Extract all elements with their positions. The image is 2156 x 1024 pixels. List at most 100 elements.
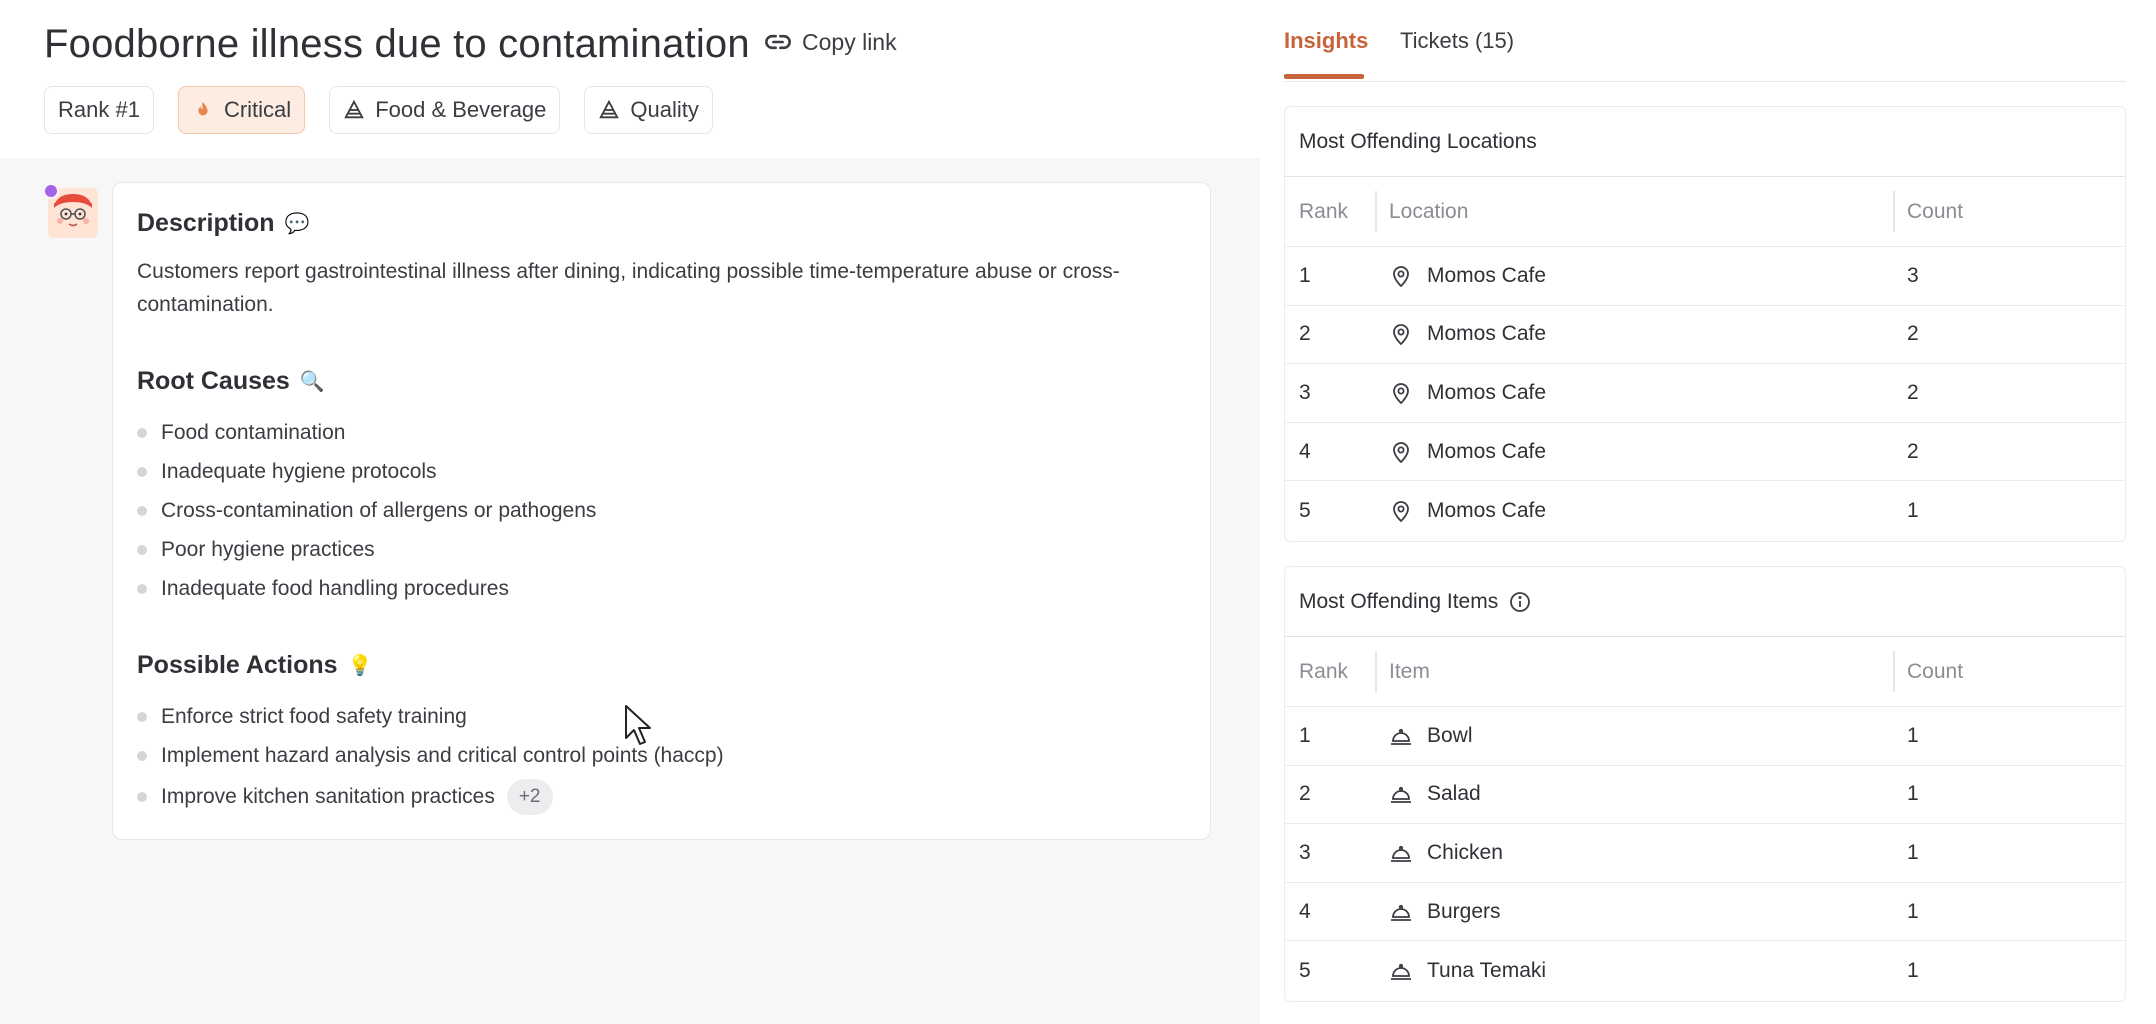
possible-actions-heading: Possible Actions 💡 <box>137 651 372 680</box>
root-causes-heading-text: Root Causes <box>137 367 290 395</box>
magnifier-icon: 🔍 <box>299 371 325 393</box>
rank-cell: 5 <box>1299 958 1311 982</box>
column-divider <box>1893 651 1895 692</box>
bullet-icon <box>137 750 147 761</box>
location-name: Momos Cafe <box>1427 498 1547 522</box>
location-cell: Momos Cafe <box>1389 481 1546 540</box>
map-pin-icon <box>1393 383 1409 405</box>
table-row[interactable]: 3 Momos Cafe 2 <box>1285 364 2125 423</box>
location-cell: Momos Cafe <box>1389 247 1546 305</box>
tab-insights[interactable]: Insights <box>1284 28 1368 54</box>
mouse-cursor-icon <box>625 705 651 745</box>
list-item: Inadequate food handling procedures <box>137 569 596 608</box>
column-divider <box>1893 191 1895 232</box>
table-row[interactable]: 1 Momos Cafe 3 <box>1285 247 2125 306</box>
root-cause-text: Cross-contamination of allergens or path… <box>161 498 597 522</box>
table-row[interactable]: 1 Bowl 1 <box>1285 707 2125 766</box>
column-divider <box>1375 651 1377 692</box>
count-cell: 1 <box>1907 899 1919 923</box>
list-item: Food contamination <box>137 413 596 452</box>
items-title-text: Most Offending Items <box>1299 589 1499 613</box>
location-cell: Momos Cafe <box>1389 306 1546 364</box>
rank-header[interactable]: Rank <box>1299 637 1348 706</box>
description-heading-text: Description <box>137 209 275 237</box>
count-cell: 1 <box>1907 958 1919 982</box>
issue-detail-pane: Foodborne illness due to contamination C… <box>0 0 1260 1024</box>
rank-tag-label: Rank #1 <box>58 97 140 122</box>
possible-actions-heading-text: Possible Actions <box>137 651 338 679</box>
severity-tag-label: Critical <box>223 97 292 122</box>
issue-tags: Rank #1 Critical Food & Beverage Quality <box>44 86 713 134</box>
table-row[interactable]: 4 Burgers 1 <box>1285 883 2125 942</box>
action-text: Enforce strict food safety training <box>161 704 467 728</box>
tab-tickets[interactable]: Tickets (15) <box>1400 28 1514 54</box>
severity-tag: Critical <box>177 86 306 134</box>
count-cell: 1 <box>1907 498 1919 522</box>
table-header-row: Rank Item Count <box>1285 637 2125 707</box>
item-name: Bowl <box>1427 723 1473 747</box>
location-header[interactable]: Location <box>1389 177 1468 246</box>
rank-cell: 2 <box>1299 782 1311 806</box>
rank-cell: 3 <box>1299 380 1311 404</box>
count-cell: 1 <box>1907 723 1919 747</box>
map-pin-icon <box>1393 500 1409 522</box>
count-cell: 2 <box>1907 439 1919 463</box>
table-row[interactable]: 2 Salad 1 <box>1285 766 2125 825</box>
item-name: Salad <box>1427 782 1481 806</box>
item-header[interactable]: Item <box>1389 637 1430 706</box>
pyramid-icon <box>344 99 364 119</box>
table-row[interactable]: 5 Momos Cafe 1 <box>1285 481 2125 540</box>
count-cell: 3 <box>1907 263 1919 287</box>
rank-cell: 4 <box>1299 899 1311 923</box>
issue-header: Foodborne illness due to contamination C… <box>0 0 1260 158</box>
lightbulb-icon: 💡 <box>347 655 373 677</box>
active-tab-indicator <box>1284 74 1364 79</box>
locations-panel: Most Offending Locations Rank Location C… <box>1284 106 2126 542</box>
cloche-icon <box>1391 787 1411 804</box>
copy-link-button[interactable]: Copy link <box>764 28 897 56</box>
count-cell: 2 <box>1907 380 1919 404</box>
category-tag: Food & Beverage <box>329 86 561 134</box>
item-name: Burgers <box>1427 899 1501 923</box>
rank-cell: 2 <box>1299 322 1311 346</box>
table-row[interactable]: 5 Tuna Temaki 1 <box>1285 941 2125 1000</box>
flame-icon <box>198 101 208 116</box>
category-tag-label: Food & Beverage <box>375 97 547 122</box>
table-row[interactable]: 3 Chicken 1 <box>1285 824 2125 883</box>
rank-header[interactable]: Rank <box>1299 177 1348 246</box>
rank-cell: 3 <box>1299 840 1311 864</box>
bullet-icon <box>137 427 147 438</box>
rank-cell: 1 <box>1299 723 1311 747</box>
insights-pane: Insights Tickets (15) Most Offending Loc… <box>1260 0 2156 1024</box>
table-row[interactable]: 2 Momos Cafe 2 <box>1285 306 2125 365</box>
locations-panel-title: Most Offending Locations <box>1285 107 2125 177</box>
location-name: Momos Cafe <box>1427 439 1547 463</box>
item-name: Chicken <box>1427 840 1503 864</box>
item-cell: Chicken <box>1389 824 1503 882</box>
location-cell: Momos Cafe <box>1389 423 1546 481</box>
root-cause-text: Inadequate hygiene protocols <box>161 459 437 483</box>
bullet-icon <box>137 792 147 802</box>
cloche-icon <box>1391 963 1411 980</box>
insight-card: Description 💬 Customers report gastroint… <box>112 182 1211 840</box>
more-actions-badge[interactable]: +2 <box>506 779 553 815</box>
map-pin-icon <box>1393 441 1409 463</box>
rank-cell: 4 <box>1299 439 1311 463</box>
bullet-icon <box>137 466 147 477</box>
count-header[interactable]: Count <box>1907 637 1963 706</box>
map-pin-icon <box>1393 324 1409 346</box>
type-tag-label: Quality <box>630 97 699 122</box>
root-cause-text: Food contamination <box>161 420 346 444</box>
item-cell: Salad <box>1389 766 1481 824</box>
list-item: Cross-contamination of allergens or path… <box>137 491 596 530</box>
info-icon[interactable] <box>1508 590 1532 614</box>
count-header[interactable]: Count <box>1907 177 1963 246</box>
cloche-icon <box>1391 728 1411 745</box>
type-tag: Quality <box>584 86 713 134</box>
list-item: Inadequate hygiene protocols <box>137 452 596 491</box>
item-name: Tuna Temaki <box>1427 958 1547 982</box>
tab-bar: Insights Tickets (15) <box>1284 0 2126 82</box>
table-row[interactable]: 4 Momos Cafe 2 <box>1285 423 2125 482</box>
count-cell: 1 <box>1907 840 1919 864</box>
location-name: Momos Cafe <box>1427 322 1547 346</box>
